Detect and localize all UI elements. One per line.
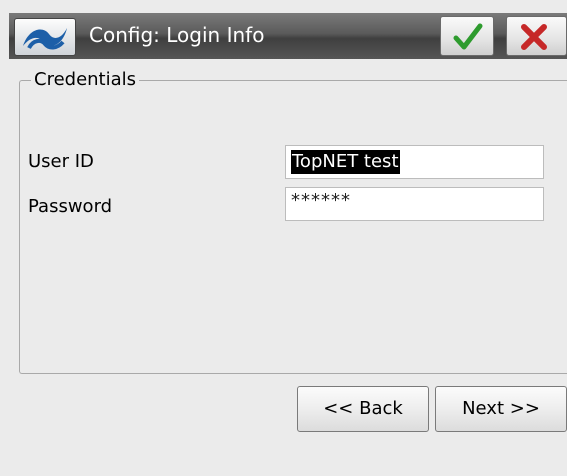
close-x-icon xyxy=(521,24,547,50)
password-value[interactable]: ****** xyxy=(291,189,351,213)
config-window: Config: Login Info Credentials User ID T… xyxy=(0,0,567,476)
user-id-value[interactable]: TopNET test xyxy=(291,150,400,174)
window-title: Config: Login Info xyxy=(89,23,265,47)
credentials-group-label: Credentials xyxy=(31,68,140,92)
credentials-groupbox xyxy=(19,80,567,374)
next-button[interactable]: Next >> xyxy=(435,386,567,432)
cancel-button[interactable] xyxy=(506,16,567,56)
back-button[interactable]: << Back xyxy=(297,386,429,432)
app-logo-button[interactable] xyxy=(14,18,76,56)
app-logo-icon xyxy=(23,28,67,50)
user-id-label: User ID xyxy=(28,151,94,172)
checkmark-icon xyxy=(453,23,483,50)
ok-button[interactable] xyxy=(440,16,494,56)
password-label: Password xyxy=(28,196,113,217)
